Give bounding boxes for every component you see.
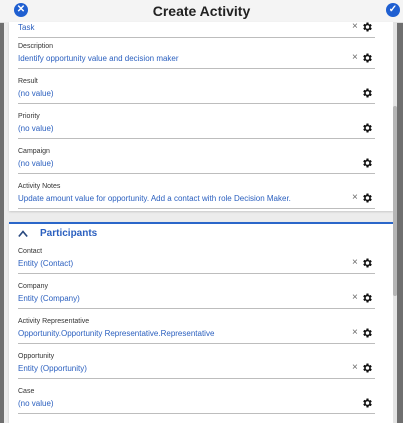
field-value[interactable]: Identify opportunity value and decision …	[18, 54, 179, 63]
gear-icon[interactable]	[361, 397, 373, 409]
field-value[interactable]: Entity (Company)	[18, 294, 80, 303]
field-opportunity[interactable]: Opportunity Entity (Opportunity) ×	[18, 353, 375, 382]
checkmark-icon[interactable]: ✓	[386, 3, 400, 17]
gear-icon[interactable]	[361, 122, 373, 134]
field-value[interactable]: Entity (Opportunity)	[18, 364, 87, 373]
field-value[interactable]: (no value)	[18, 124, 54, 133]
gear-icon[interactable]	[361, 292, 373, 304]
gear-icon[interactable]	[361, 362, 373, 374]
field-underline	[18, 138, 375, 139]
clear-icon[interactable]: ×	[352, 363, 358, 373]
field-value[interactable]: (no value)	[18, 159, 54, 168]
field-label: Company	[18, 283, 48, 290]
participants-section-header[interactable]: Participants	[18, 227, 218, 241]
field-value[interactable]: (no value)	[18, 89, 54, 98]
clear-icon[interactable]: ×	[352, 258, 358, 268]
field-label: Description	[18, 43, 54, 50]
clear-icon[interactable]: ×	[352, 293, 358, 303]
field-contact[interactable]: Contact Entity (Contact) ×	[18, 248, 375, 277]
field-value[interactable]: Task	[18, 23, 34, 32]
backdrop-right	[397, 0, 403, 423]
field-result[interactable]: Result (no value)	[18, 78, 375, 107]
chevron-up-icon[interactable]	[18, 229, 28, 239]
field-underline	[18, 343, 375, 344]
field-case[interactable]: Case (no value)	[18, 388, 375, 417]
field-activity-notes[interactable]: Activity Notes Update amount value for o…	[18, 183, 375, 212]
clear-icon[interactable]: ×	[352, 53, 358, 63]
field-underline	[18, 208, 375, 209]
field-underline	[18, 378, 375, 379]
gear-icon[interactable]	[361, 52, 373, 64]
field-description[interactable]: Description Identify opportunity value a…	[18, 43, 375, 72]
field-label: Priority	[18, 113, 40, 120]
gear-icon[interactable]	[361, 157, 373, 169]
field-label: Case	[18, 388, 35, 395]
app-root: ✕ Create Activity ✓ Task × Description I…	[0, 0, 403, 423]
dialog-body[interactable]: Task × Description Identify opportunity …	[4, 22, 395, 423]
field-type[interactable]: Task ×	[18, 12, 375, 41]
field-underline	[18, 413, 375, 414]
field-label: Activity Representative	[18, 318, 90, 325]
field-label: Activity Notes	[18, 183, 61, 190]
field-priority[interactable]: Priority (no value)	[18, 113, 375, 142]
field-underline	[18, 68, 375, 69]
gear-icon[interactable]	[361, 21, 373, 33]
section-title: Participants	[40, 228, 98, 239]
field-underline	[18, 273, 375, 274]
field-value[interactable]: Opportunity.Opportunity Representative.R…	[18, 329, 214, 338]
details-card: Task × Description Identify opportunity …	[9, 22, 393, 211]
field-campaign[interactable]: Campaign (no value)	[18, 148, 375, 177]
field-underline	[18, 173, 375, 174]
gear-icon[interactable]	[361, 257, 373, 269]
field-activity-representative[interactable]: Activity Representative Opportunity.Oppo…	[18, 318, 375, 347]
field-underline	[18, 103, 375, 104]
gear-icon[interactable]	[361, 192, 373, 204]
field-underline	[18, 308, 375, 309]
participants-card: Participants Contact Entity (Contact) × …	[9, 222, 393, 423]
field-label: Campaign	[18, 148, 50, 155]
gear-icon[interactable]	[361, 327, 373, 339]
clear-icon[interactable]: ×	[352, 193, 358, 203]
gear-icon[interactable]	[361, 87, 373, 99]
field-company[interactable]: Company Entity (Company) ×	[18, 283, 375, 312]
clear-icon[interactable]: ×	[352, 22, 358, 32]
clear-icon[interactable]: ×	[352, 328, 358, 338]
field-underline	[18, 37, 375, 38]
field-value[interactable]: (no value)	[18, 399, 54, 408]
field-value[interactable]: Update amount value for opportunity. Add…	[18, 194, 291, 203]
field-label: Contact	[18, 248, 43, 255]
scrollbar-thumb[interactable]	[393, 106, 397, 296]
field-label: Result	[18, 78, 38, 85]
field-value[interactable]: Entity (Contact)	[18, 259, 73, 268]
field-label: Opportunity	[18, 353, 55, 360]
